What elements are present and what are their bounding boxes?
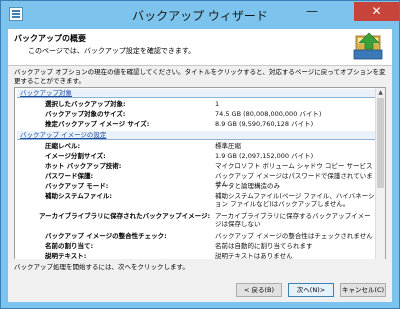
item-value: 名前は自動的に割り当てられます (215, 242, 313, 250)
section-link-backup-target[interactable]: バックアップ対象 (17, 89, 376, 98)
item-value: アーカイブライブラリに保存するバックアップイメージは保存しない (215, 212, 371, 228)
item-value: 1 (215, 100, 220, 108)
next-button[interactable]: 次へ(N)> (288, 283, 334, 297)
item-label: 名前の割り当て: (45, 242, 94, 250)
instructions-text: バックアップ オプションの現在の値を確認してください。タイトルをクリックすると、… (14, 68, 386, 85)
page-subtitle: このページでは、バックアップ設定を確認できます。 (28, 47, 196, 55)
cancel-button[interactable]: キャンセル(C) (340, 283, 386, 297)
item-label: 推定バックアップ イメージ サイズ: (45, 120, 150, 128)
item-label: アーカイブライブラリに保存されたバックアップイメージ: (39, 212, 211, 220)
item-value: 1.9 GB (2,097,152,000 バイト) (215, 152, 314, 160)
item-label: ホット バックアップ技術: (45, 162, 122, 170)
item-label: パスワード保護: (45, 172, 94, 180)
scroll-up-arrow-icon[interactable]: ▲ (377, 89, 384, 96)
vertical-scrollbar[interactable]: ▲ ▼ (375, 88, 385, 286)
backup-wizard-icon (353, 32, 383, 60)
item-value: 74.5 GB (80,008,000,000 バイト) (215, 110, 322, 118)
item-value: データと論理構造のみ (215, 182, 280, 190)
item-label: イメージ分割サイズ: (45, 152, 106, 160)
section-link-image-settings[interactable]: バックアップ イメージの設定 (17, 131, 376, 140)
item-value: マイクロソフト ボリューム シャドウ コピー サービス (215, 162, 373, 170)
minimize-button[interactable]: — (297, 2, 327, 21)
item-label: 補助システムファイル: (45, 192, 113, 200)
wizard-window: バックアップ ウィザード — ✕ バックアップの概要 このページでは、バックアッ… (0, 0, 400, 309)
item-label: バックアップ イメージの整合性チェック: (45, 232, 167, 240)
back-button[interactable]: < 戻る(B) (236, 283, 282, 297)
wizard-header: バックアップの概要 このページでは、バックアップ設定を確認できます。 (8, 29, 392, 66)
page-title: バックアップの概要 (14, 34, 86, 43)
wizard-footer: バックアップ処理を開始するには、次へをクリックします。 < 戻る(B) 次へ(N… (8, 259, 392, 302)
item-label: バックアップ対象のサイズ: (45, 110, 126, 118)
item-label: 選択したバックアップ対象: (45, 100, 126, 108)
footer-instruction: バックアップ処理を開始するには、次へをクリックします。 (14, 263, 189, 271)
close-button[interactable]: ✕ (354, 2, 399, 21)
scrollbar-thumb[interactable] (377, 98, 384, 188)
item-value: 標準圧縮 (215, 142, 241, 150)
window-title: バックアップ ウィザード (132, 9, 268, 23)
item-label: 圧縮レベル: (45, 142, 81, 150)
item-value: バックアップ イメージの整合性はチェックされません (215, 232, 373, 240)
title-bar[interactable]: バックアップ ウィザード — ✕ (1, 1, 399, 29)
summary-list[interactable]: バックアップ対象 選択したバックアップ対象: 1 バックアップ対象のサイズ: 7… (14, 87, 386, 287)
item-value: 補助システムファイル(ページ ファイル、ハイバネーション ファイルなど)はバック… (215, 192, 375, 208)
item-label: バックアップ モード: (45, 182, 109, 190)
item-value: 8.9 GB (9,590,760,128 バイト) (215, 120, 314, 128)
